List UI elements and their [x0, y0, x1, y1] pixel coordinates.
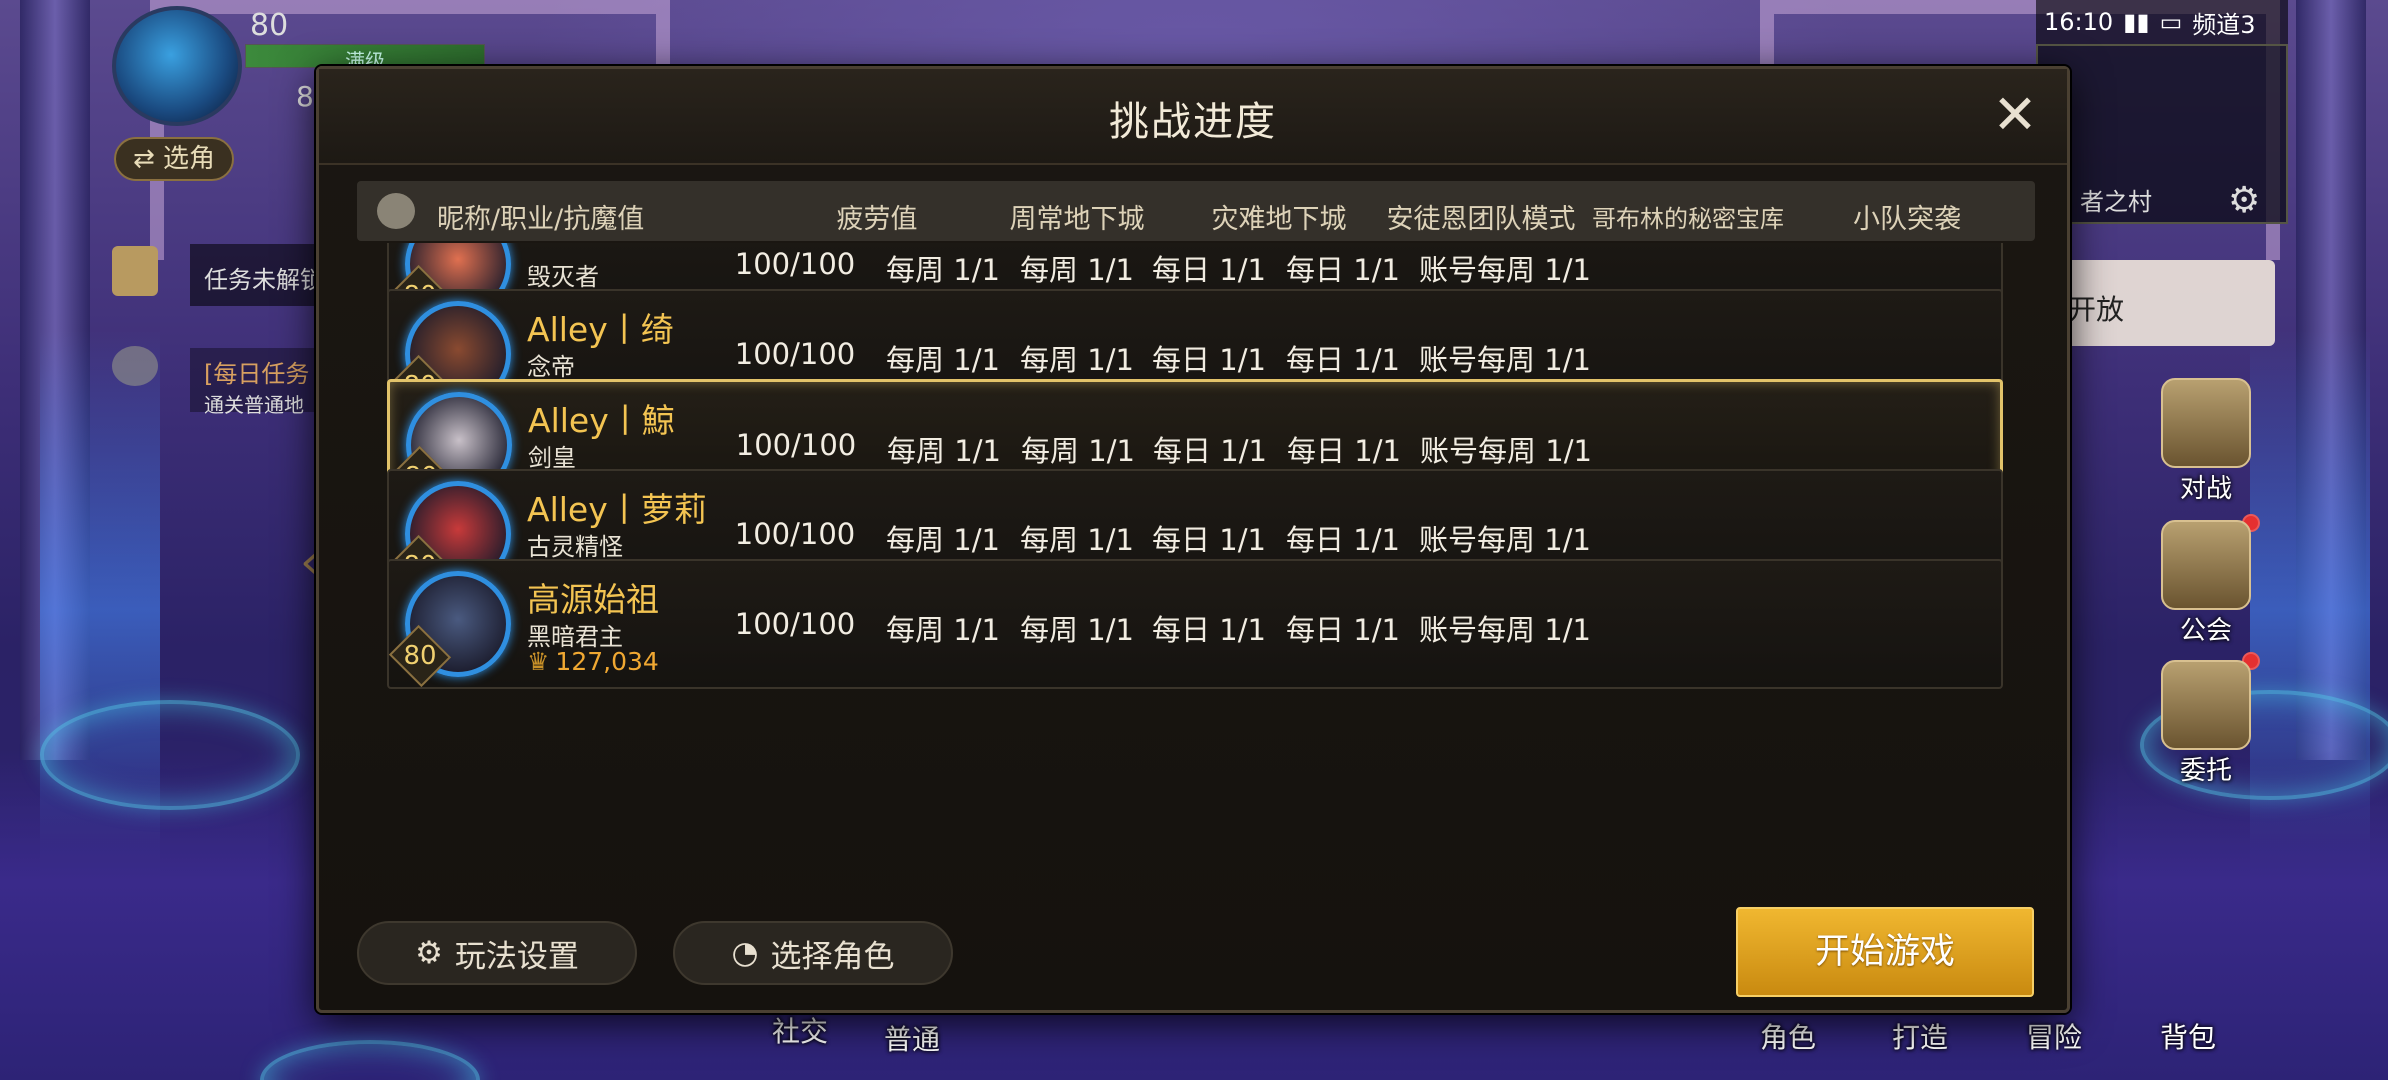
character-name: Alley丨萝莉 — [527, 490, 707, 529]
cell-raid: 账号每周 1/1 — [1419, 613, 1591, 647]
col-weekly: 周常地下城 — [1009, 204, 1145, 235]
cell-fatigue: 100/100 — [735, 428, 857, 462]
cell-raid: 账号每周 1/1 — [1420, 434, 1592, 468]
col-fatigue: 疲劳值 — [836, 204, 918, 235]
character-row[interactable]: 80 高源始祖 黑暗君主 ♛ 127,034 100/100 每周 1/1 每周 1/1 每日 … — [387, 559, 2003, 689]
battle-button[interactable]: 对战 — [2158, 378, 2254, 505]
channel-label: 频道3 — [2192, 10, 2256, 39]
anti-magic-number: 127,034 — [555, 647, 659, 676]
cell-raid: 账号每周 1/1 — [1419, 523, 1591, 557]
guild-label: 公会 — [2179, 616, 2232, 646]
challenge-progress-dialog: 挑战进度 ✕ 昵称/职业/抗魔值 疲劳值 周常地下城 灾难地下城 安徒恩团队模式… — [316, 66, 2070, 1013]
battery-icon: ▭ — [2159, 8, 2183, 36]
player-level: 80 — [250, 8, 289, 43]
choose-character-button[interactable]: ◔ 选择角色 — [673, 921, 953, 985]
character-silhouette-icon — [377, 193, 415, 229]
player-avatar[interactable] — [112, 6, 242, 126]
nav-character[interactable]: 角色 — [1760, 1016, 1816, 1056]
gameplay-settings-label: 玩法设置 — [454, 938, 579, 975]
nav-adventure[interactable]: 冒险 — [2026, 1016, 2082, 1056]
daily-task-panel[interactable]: [每日任务 通关普通地 — [190, 348, 330, 417]
people-icon — [112, 346, 158, 386]
event-banner[interactable]: 开放 — [2060, 260, 2275, 346]
clock: 16:10 — [2044, 8, 2114, 36]
cell-fatigue: 100/100 — [734, 337, 856, 371]
anti-magic-value: ♛ 127,034 — [527, 647, 659, 676]
guild-banner-icon — [2161, 520, 2251, 610]
switch-character-button[interactable]: ⇄ 选角 — [114, 137, 234, 181]
col-name: 昵称/职业/抗魔值 — [437, 204, 645, 235]
cell-fatigue: 100/100 — [734, 517, 856, 551]
gear-icon: ⚙ — [415, 935, 443, 971]
gear-icon[interactable]: ⚙ — [2228, 180, 2260, 221]
choose-character-label: 选择角色 — [770, 938, 895, 975]
battle-label: 对战 — [2179, 474, 2232, 504]
close-icon[interactable]: ✕ — [1989, 88, 2041, 143]
crown-icon: ♛ — [527, 647, 550, 676]
notice-board-icon — [2161, 660, 2251, 750]
cell-raid: 账号每周 1/1 — [1419, 253, 1591, 287]
cell-fatigue: 100/100 — [734, 247, 856, 281]
crossed-swords-icon — [2161, 378, 2251, 468]
col-raid: 小队突袭 — [1853, 204, 1961, 235]
start-game-button[interactable]: 开始游戏 — [1736, 907, 2034, 997]
scroll-icon — [112, 246, 158, 296]
nav-social[interactable]: 社交 — [772, 1010, 828, 1050]
task-text: 任务未解锁 — [204, 266, 324, 294]
currency-count: 8 — [296, 80, 314, 113]
col-disaster: 灾难地下城 — [1211, 204, 1347, 235]
col-anton: 安徒恩团队模式 — [1386, 204, 1576, 235]
character-name: 高源始祖 — [527, 580, 659, 619]
cell-fatigue: 100/100 — [734, 607, 856, 641]
status-bar: 16:10 ▮▮ ▭ 频道3 — [2036, 0, 2288, 44]
minimap-location: 者之村 — [2080, 188, 2152, 216]
level-value: 80 — [403, 641, 437, 671]
daily-task-sub: 通关普通地 — [204, 393, 304, 417]
gameplay-settings-button[interactable]: ⚙ 玩法设置 — [357, 921, 637, 985]
nav-normal[interactable]: 普通 — [884, 1018, 940, 1058]
cell-raid: 账号每周 1/1 — [1419, 343, 1591, 377]
dialog-title: 挑战进度 — [1109, 99, 1277, 145]
guild-button[interactable]: 公会 — [2158, 520, 2254, 647]
daily-task-title: [每日任务 — [204, 360, 310, 388]
commission-label: 委托 — [2179, 756, 2232, 786]
table-header: 昵称/职业/抗魔值 疲劳值 周常地下城 灾难地下城 安徒恩团队模式 哥布林的秘密… — [357, 181, 2035, 241]
nav-craft[interactable]: 打造 — [1892, 1016, 1948, 1056]
exp-bar: 满级 — [245, 44, 485, 73]
col-goblin: 哥布林的秘密宝库 — [1592, 205, 1784, 233]
nav-bag[interactable]: 背包 — [2160, 1016, 2216, 1056]
signal-icon: ▮▮ — [2123, 8, 2150, 36]
character-list[interactable]: 80毁灭者♛141,530100/100每周 1/1每周 1/1每日 1/1每日… — [387, 243, 2003, 953]
character-name: Alley丨鯨 — [528, 401, 675, 440]
commission-button[interactable]: 委托 — [2158, 660, 2254, 787]
character-name: Alley丨绮 — [527, 310, 674, 349]
dialog-header: 挑战进度 ✕ — [319, 69, 2067, 165]
event-label: 开放 — [2068, 293, 2125, 326]
character-select-icon: ◔ — [731, 935, 759, 971]
